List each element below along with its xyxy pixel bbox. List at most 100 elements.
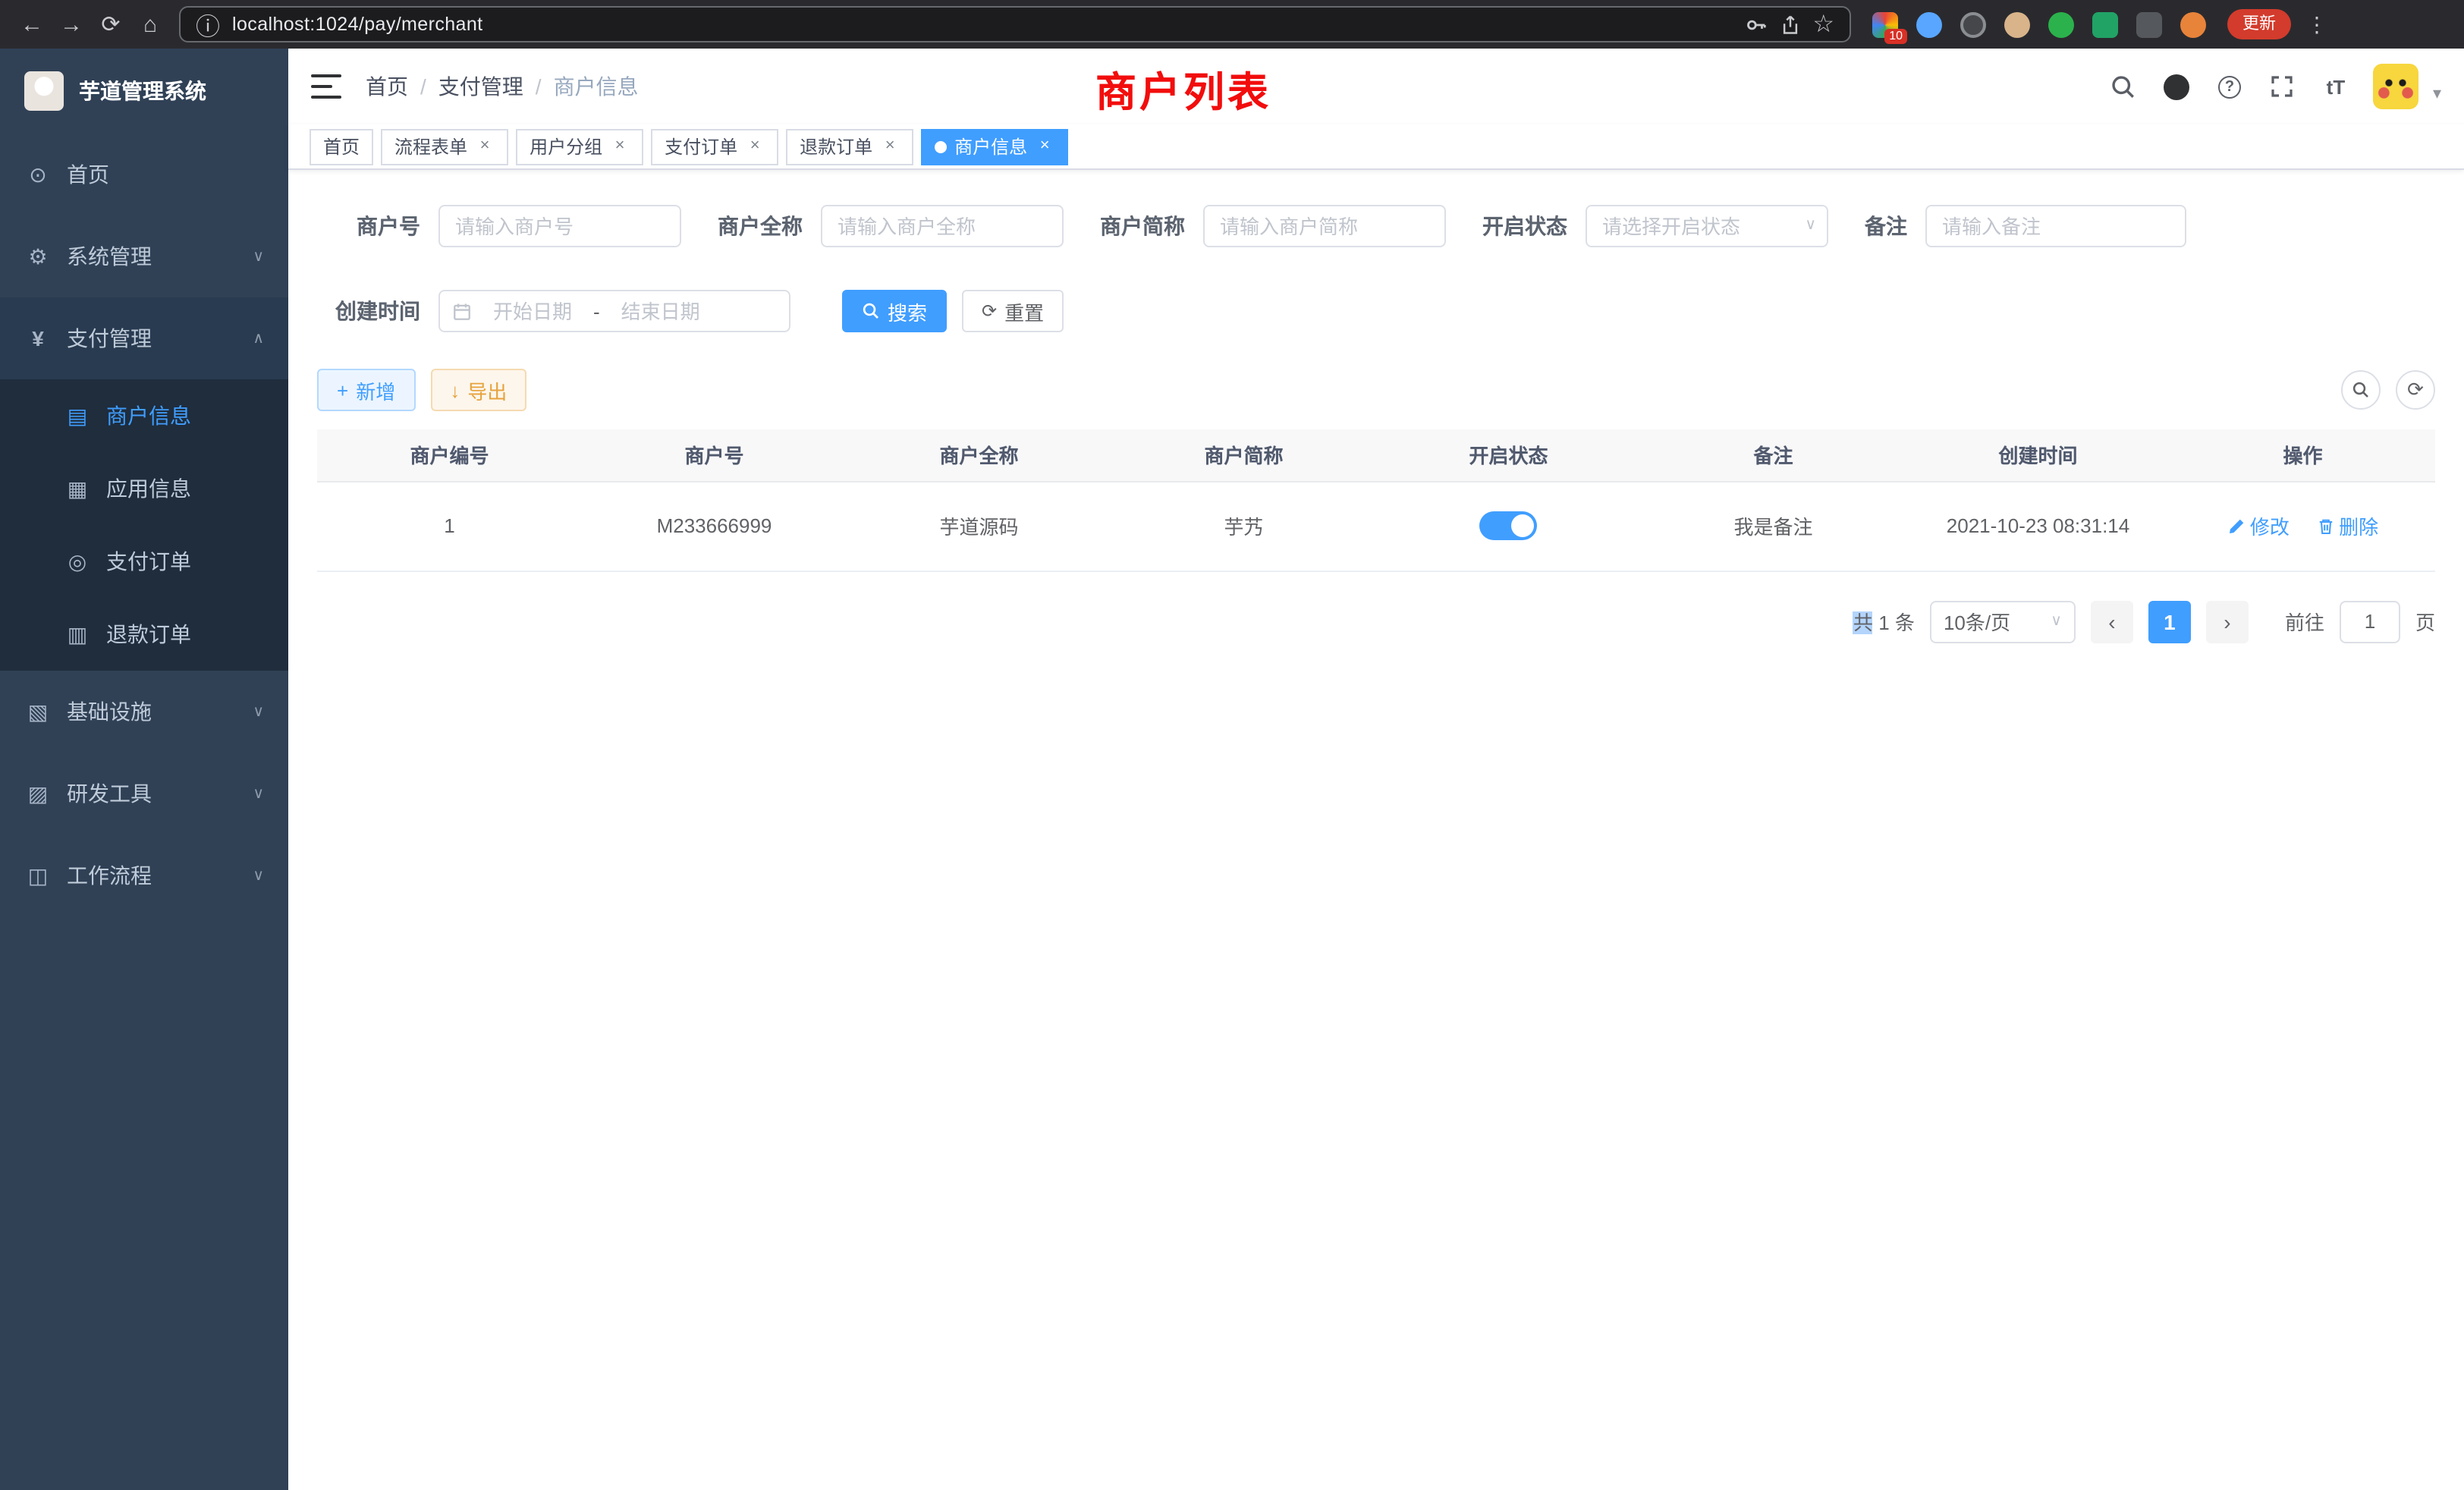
edit-button[interactable]: 修改 bbox=[2227, 511, 2290, 540]
extension-icon-8[interactable] bbox=[2180, 11, 2206, 37]
page-number-button[interactable]: 1 bbox=[2148, 600, 2191, 643]
filter-row-2: 创建时间 - bbox=[317, 290, 2435, 332]
close-icon[interactable]: × bbox=[1035, 137, 1054, 156]
sidebar-item-infra[interactable]: ▧ 基础设施 ∨ bbox=[0, 671, 288, 753]
tags-view: 首页 流程表单 × 用户分组 × 支付订单 × 退款订单 × bbox=[288, 124, 2464, 170]
chevron-down-icon: ∨ bbox=[253, 867, 264, 884]
end-date-input[interactable] bbox=[606, 300, 715, 322]
browser-menu-icon[interactable]: ⋮ bbox=[2306, 11, 2327, 37]
sidebar-item-label: 商户信息 bbox=[106, 401, 191, 431]
navbar-actions: ? tT ▾ bbox=[2108, 64, 2441, 109]
sidebar-toggle-icon[interactable] bbox=[311, 74, 341, 99]
status-toggle[interactable] bbox=[1480, 511, 1538, 540]
extension-icon-7[interactable] bbox=[2136, 11, 2162, 37]
extension-icon-4[interactable] bbox=[2004, 11, 2030, 37]
breadcrumb-item[interactable]: 支付管理 bbox=[438, 71, 523, 102]
address-bar[interactable]: ⓘ localhost:1024/pay/merchant ☆ bbox=[179, 6, 1851, 42]
tab-refund-order[interactable]: 退款订单 × bbox=[786, 128, 913, 165]
pay-submenu: ▤ 商户信息 ▦ 应用信息 ◎ 支付订单 ▥ 退款订单 bbox=[0, 379, 288, 671]
bookmark-star-icon[interactable]: ☆ bbox=[1812, 9, 1834, 39]
close-icon[interactable]: × bbox=[610, 137, 630, 156]
extension-icon-2[interactable] bbox=[1916, 11, 1942, 37]
date-range-picker[interactable]: - bbox=[438, 290, 790, 332]
pagination: 共 1 条 10条/页 ∨ ‹ 1 › 前往 页 bbox=[317, 600, 2435, 643]
page-content: 商户号 商户全称 商户简称 开启状态 bbox=[288, 170, 2464, 1490]
table-header-row: 商户编号 商户号 商户全称 商户简称 开启状态 备注 创建时间 操作 bbox=[317, 429, 2435, 481]
sidebar-item-system[interactable]: ⚙ 系统管理 ∨ bbox=[0, 215, 288, 297]
sidebar-item-refund-order[interactable]: ▥ 退款订单 bbox=[0, 598, 288, 671]
plus-icon: + bbox=[337, 379, 348, 401]
fullscreen-icon[interactable] bbox=[2268, 71, 2298, 102]
close-icon[interactable]: × bbox=[475, 137, 495, 156]
table-refresh-button[interactable]: ⟳ bbox=[2396, 370, 2435, 410]
export-button[interactable]: ↓ 导出 bbox=[430, 369, 526, 411]
prev-page-button[interactable]: ‹ bbox=[2091, 600, 2133, 643]
tab-home[interactable]: 首页 bbox=[310, 128, 373, 165]
next-page-button[interactable]: › bbox=[2206, 600, 2249, 643]
status-select[interactable]: ∨ bbox=[1586, 205, 1828, 247]
search-button[interactable]: 搜索 bbox=[842, 290, 947, 332]
table-search-toggle-button[interactable] bbox=[2341, 370, 2381, 410]
full-name-label: 商户全称 bbox=[718, 211, 803, 241]
home-button[interactable]: ⌂ bbox=[130, 5, 170, 44]
extension-icon-6[interactable] bbox=[2092, 11, 2118, 37]
extension-icon-3[interactable] bbox=[1960, 11, 1986, 37]
reset-button[interactable]: ⟳ 重置 bbox=[962, 290, 1064, 332]
merchant-card-icon: ▤ bbox=[64, 403, 91, 429]
page-size-select[interactable]: 10条/页 ∨ bbox=[1930, 600, 2076, 643]
chevron-down-icon: ∨ bbox=[2051, 613, 2062, 630]
back-button[interactable]: ← bbox=[12, 5, 52, 44]
full-name-input[interactable] bbox=[821, 205, 1064, 247]
close-icon[interactable]: × bbox=[745, 137, 765, 156]
goto-page-input[interactable] bbox=[2340, 600, 2400, 643]
avatar-caret-icon[interactable]: ▾ bbox=[2433, 83, 2441, 109]
short-name-input[interactable] bbox=[1203, 205, 1446, 247]
user-avatar[interactable] bbox=[2374, 64, 2419, 109]
share-icon[interactable] bbox=[1779, 13, 1800, 36]
extension-icon-5[interactable] bbox=[2048, 11, 2074, 37]
remark-input[interactable] bbox=[1925, 205, 2186, 247]
tab-merchant-info[interactable]: 商户信息 × bbox=[921, 128, 1068, 165]
merchant-table: 商户编号 商户号 商户全称 商户简称 开启状态 备注 创建时间 操作 1 bbox=[317, 429, 2435, 571]
page-info-icon[interactable]: ⓘ bbox=[196, 6, 220, 42]
sidebar-item-devtools[interactable]: ▨ 研发工具 ∨ bbox=[0, 753, 288, 835]
forward-button[interactable]: → bbox=[52, 5, 91, 44]
status-select-input[interactable] bbox=[1586, 205, 1828, 247]
breadcrumb-item[interactable]: 首页 bbox=[366, 71, 408, 102]
reload-button[interactable]: ⟳ bbox=[91, 5, 130, 44]
tab-pay-order[interactable]: 支付订单 × bbox=[651, 128, 778, 165]
start-date-input[interactable] bbox=[478, 300, 587, 322]
sidebar-item-pay[interactable]: ¥ 支付管理 ∧ bbox=[0, 297, 288, 379]
extension-icon-1[interactable]: 10 bbox=[1872, 11, 1898, 37]
active-dot bbox=[935, 140, 947, 152]
sidebar-item-workflow[interactable]: ◫ 工作流程 ∨ bbox=[0, 835, 288, 916]
delete-button[interactable]: 删除 bbox=[2316, 511, 2378, 540]
filter-remark: 备注 bbox=[1865, 205, 2186, 247]
sidebar-item-home[interactable]: ⊙ 首页 bbox=[0, 134, 288, 215]
password-key-icon[interactable] bbox=[1744, 13, 1767, 36]
col-status: 开启状态 bbox=[1376, 429, 1641, 481]
github-icon[interactable] bbox=[2161, 71, 2192, 102]
url-text[interactable]: localhost:1024/pay/merchant bbox=[232, 14, 1732, 35]
range-separator: - bbox=[593, 300, 600, 322]
add-button[interactable]: + 新增 bbox=[317, 369, 415, 411]
search-icon[interactable] bbox=[2108, 71, 2139, 102]
cell-actions: 修改 删除 bbox=[2170, 481, 2435, 571]
toolbar-right: ⟳ bbox=[2341, 370, 2435, 410]
close-icon[interactable]: × bbox=[880, 137, 900, 156]
total-prefix: 共 bbox=[1853, 611, 1873, 634]
help-icon[interactable]: ? bbox=[2214, 71, 2245, 102]
filter-create-time: 创建时间 - bbox=[317, 290, 790, 332]
browser-update-button[interactable]: 更新 bbox=[2227, 9, 2291, 39]
tab-user-group[interactable]: 用户分组 × bbox=[516, 128, 643, 165]
status-label: 开启状态 bbox=[1482, 211, 1567, 241]
sidebar-item-app-info[interactable]: ▦ 应用信息 bbox=[0, 452, 288, 525]
font-size-icon[interactable]: tT bbox=[2321, 71, 2351, 102]
filter-short-name: 商户简称 bbox=[1100, 205, 1446, 247]
tab-flow-form[interactable]: 流程表单 × bbox=[381, 128, 508, 165]
merchant-no-input[interactable] bbox=[438, 205, 681, 247]
filter-status: 开启状态 ∨ bbox=[1482, 205, 1828, 247]
sidebar-item-merchant-info[interactable]: ▤ 商户信息 bbox=[0, 379, 288, 452]
sidebar-item-pay-order[interactable]: ◎ 支付订单 bbox=[0, 525, 288, 598]
tab-label: 用户分组 bbox=[530, 134, 602, 159]
